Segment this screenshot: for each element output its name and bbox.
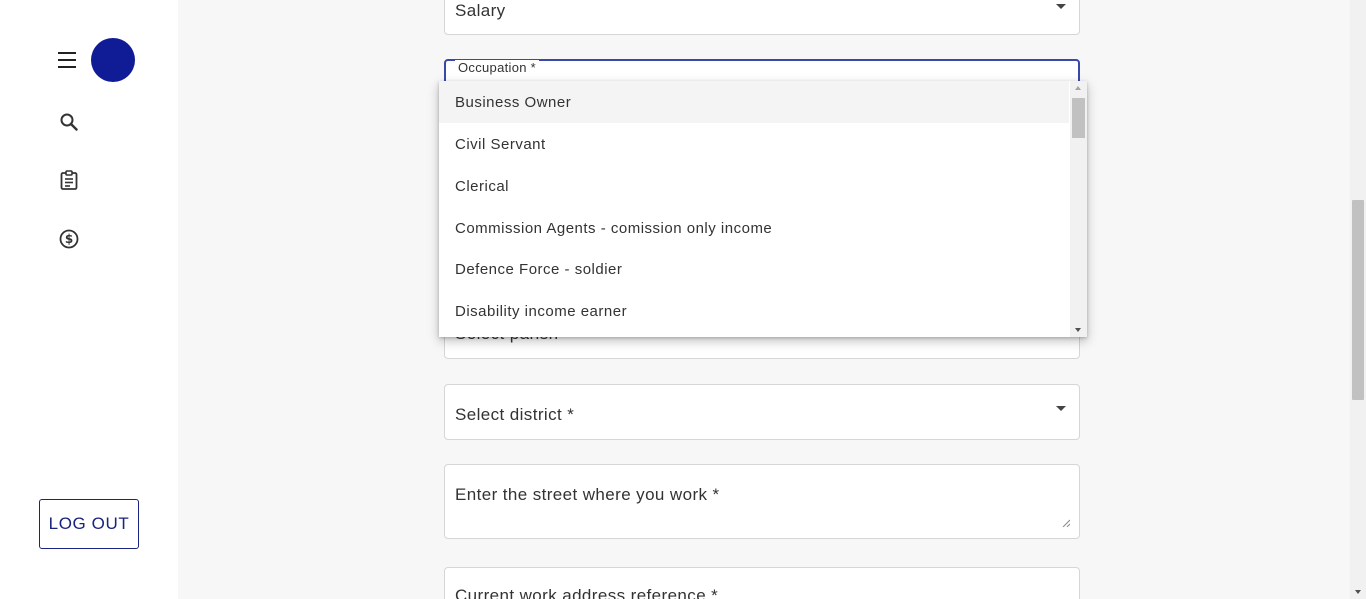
hamburger-menu-icon[interactable] <box>56 50 78 70</box>
dollar-circle-icon[interactable]: $ <box>58 228 80 250</box>
district-select[interactable]: Select district * <box>444 384 1080 440</box>
address-reference-input[interactable]: Current work address reference * <box>444 567 1080 599</box>
page-scrollbar[interactable] <box>1350 0 1366 599</box>
dropdown-scroll-thumb[interactable] <box>1072 98 1085 138</box>
chevron-down-icon <box>1056 406 1066 411</box>
street-placeholder: Enter the street where you work * <box>455 485 720 504</box>
sidebar: $ LOG OUT <box>0 0 178 599</box>
resize-handle-icon[interactable] <box>1062 519 1070 527</box>
search-icon[interactable] <box>58 111 80 133</box>
dropdown-option[interactable]: Clerical <box>439 165 1069 207</box>
dropdown-scrollbar[interactable] <box>1070 81 1087 337</box>
scroll-down-icon[interactable] <box>1075 328 1081 332</box>
page-scroll-thumb[interactable] <box>1352 200 1364 400</box>
dropdown-option[interactable]: Civil Servant <box>439 123 1069 165</box>
avatar[interactable] <box>91 38 135 82</box>
scroll-up-icon[interactable] <box>1075 86 1081 90</box>
occupation-label: Occupation * <box>455 60 540 75</box>
logout-button[interactable]: LOG OUT <box>39 499 139 549</box>
scroll-down-icon[interactable] <box>1355 590 1361 594</box>
clipboard-icon[interactable] <box>58 169 80 191</box>
income-type-select[interactable]: Salary <box>444 0 1080 35</box>
chevron-down-icon <box>1056 4 1066 9</box>
dropdown-option[interactable]: Defence Force - soldier <box>439 248 1069 290</box>
occupation-dropdown: Business Owner Civil Servant Clerical Co… <box>439 81 1087 337</box>
dropdown-option[interactable]: Disability income earner <box>439 290 1069 332</box>
dropdown-option[interactable]: Commission Agents - comission only incom… <box>439 207 1069 249</box>
address-reference-placeholder: Current work address reference * <box>455 586 719 599</box>
svg-text:$: $ <box>65 232 73 246</box>
district-placeholder: Select district * <box>455 405 575 424</box>
dropdown-option[interactable]: Business Owner <box>439 81 1069 123</box>
street-textarea[interactable]: Enter the street where you work * <box>444 464 1080 539</box>
income-type-value: Salary <box>455 1 506 20</box>
